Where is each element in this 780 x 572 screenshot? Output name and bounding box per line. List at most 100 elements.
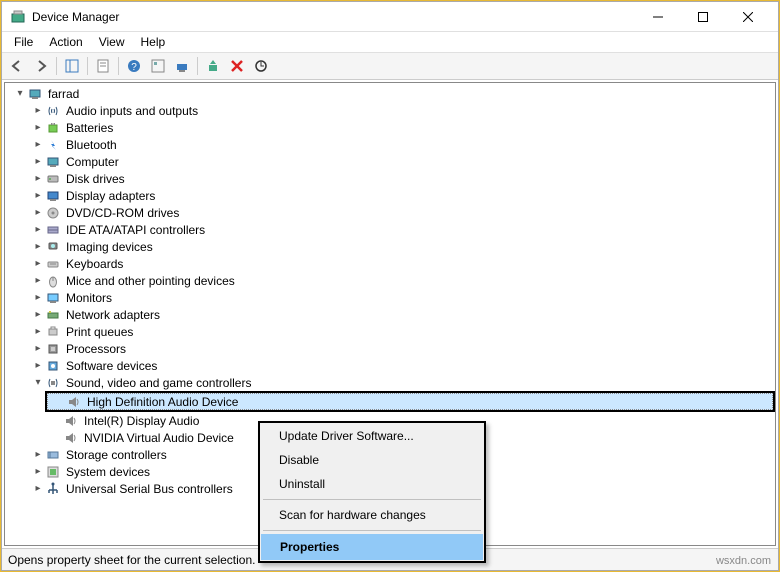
expand-icon[interactable]: ▸ (31, 257, 45, 271)
tree-item-label: Display adapters (64, 189, 157, 203)
tree-item[interactable]: ▾Sound, video and game controllers (27, 374, 775, 391)
expand-icon[interactable]: ▸ (31, 206, 45, 220)
back-button[interactable] (6, 55, 28, 77)
category-icon (45, 205, 61, 221)
expand-icon[interactable]: ▸ (31, 121, 45, 135)
expander-icon[interactable]: ▾ (13, 87, 27, 101)
context-separator (263, 530, 481, 531)
category-icon (45, 239, 61, 255)
tree-item[interactable]: ▸Computer (27, 153, 775, 170)
expand-icon[interactable]: ▸ (31, 172, 45, 186)
view-by-connection-button[interactable] (171, 55, 193, 77)
maximize-button[interactable] (680, 3, 725, 31)
expand-icon[interactable]: ▸ (31, 325, 45, 339)
expand-icon[interactable]: ▸ (31, 104, 45, 118)
tree-item[interactable]: ▸ IDE ATA/ATAPI controllers (27, 221, 775, 238)
collapse-icon[interactable]: ▾ (31, 376, 45, 390)
properties-button[interactable] (92, 55, 114, 77)
category-icon (45, 188, 61, 204)
tree-item-label: Mice and other pointing devices (64, 274, 237, 288)
tree-device-label: High Definition Audio Device (85, 395, 240, 409)
tree-item[interactable]: ▸Batteries (27, 119, 775, 136)
toolbar-separator (87, 57, 88, 75)
expand-icon[interactable]: ▸ (31, 138, 45, 152)
category-icon (45, 324, 61, 340)
tree-item[interactable]: ▸ DVD/CD-ROM drives (27, 204, 775, 221)
expand-icon[interactable]: ▸ (31, 274, 45, 288)
tree-item[interactable]: ▸Keyboards (27, 255, 775, 272)
show-hide-tree-button[interactable] (61, 55, 83, 77)
category-icon (45, 103, 61, 119)
tree-item-label: Disk drives (64, 172, 127, 186)
category-icon (45, 120, 61, 136)
tree-item[interactable]: ▸ Monitors (27, 289, 775, 306)
tree-category: ▸ Monitors (27, 289, 775, 306)
tree-item-label: Processors (64, 342, 128, 356)
speaker-icon (63, 413, 79, 429)
menu-view[interactable]: View (91, 34, 133, 50)
tree-category: ▸Imaging devices (27, 238, 775, 255)
tree-category: ▸Computer (27, 153, 775, 170)
tree-device-label: NVIDIA Virtual Audio Device (82, 431, 236, 445)
expand-icon[interactable]: ▸ (31, 291, 45, 305)
update-driver-button[interactable] (202, 55, 224, 77)
context-scan-hardware[interactable]: Scan for hardware changes (261, 503, 483, 527)
tree-item[interactable]: ▸Imaging devices (27, 238, 775, 255)
forward-button[interactable] (30, 55, 52, 77)
help-button[interactable]: ? (123, 55, 145, 77)
category-icon (45, 256, 61, 272)
expand-icon[interactable]: ▸ (31, 189, 45, 203)
menubar: File Action View Help (2, 32, 778, 52)
tree-item[interactable]: ▸ Disk drives (27, 170, 775, 187)
expand-icon[interactable]: ▸ (31, 308, 45, 322)
tree-category: ▸Keyboards (27, 255, 775, 272)
minimize-button[interactable] (635, 3, 680, 31)
menu-action[interactable]: Action (41, 34, 90, 50)
tree-category: ▸Software devices (27, 357, 775, 374)
expand-icon[interactable]: ▸ (31, 448, 45, 462)
category-icon (45, 222, 61, 238)
expand-icon[interactable]: ▸ (31, 482, 45, 496)
tree-item[interactable]: ▸Audio inputs and outputs (27, 102, 775, 119)
window-title: Device Manager (32, 10, 635, 24)
tree-item[interactable]: ▸Print queues (27, 323, 775, 340)
expand-icon[interactable]: ▸ (31, 342, 45, 356)
tree-item-label: Universal Serial Bus controllers (64, 482, 235, 496)
category-icon (45, 341, 61, 357)
tree-device[interactable]: High Definition Audio Device (47, 393, 773, 410)
scan-hardware-button[interactable] (250, 55, 272, 77)
tree-item[interactable]: ▸Network adapters (27, 306, 775, 323)
watermark: wsxdn.com (716, 555, 771, 567)
menu-file[interactable]: File (6, 34, 41, 50)
tree-item-label: Monitors (64, 291, 114, 305)
tree-category: ▸Audio inputs and outputs (27, 102, 775, 119)
tree-item[interactable]: ▸ Mice and other pointing devices (27, 272, 775, 289)
category-icon (45, 154, 61, 170)
context-update-driver[interactable]: Update Driver Software... (261, 424, 483, 448)
tree-item[interactable]: ▸ Display adapters (27, 187, 775, 204)
context-properties[interactable]: Properties (261, 534, 483, 560)
view-by-type-button[interactable] (147, 55, 169, 77)
close-button[interactable] (725, 3, 770, 31)
tree-item-label: Bluetooth (64, 138, 119, 152)
tree-item[interactable]: ▸ Processors (27, 340, 775, 357)
tree-item[interactable]: ▸ Bluetooth (27, 136, 775, 153)
tree-item-label: System devices (64, 465, 152, 479)
window-controls (635, 3, 770, 31)
expand-icon[interactable]: ▸ (31, 223, 45, 237)
expand-icon[interactable]: ▸ (31, 240, 45, 254)
expand-icon[interactable]: ▸ (31, 155, 45, 169)
expand-icon[interactable]: ▸ (31, 465, 45, 479)
context-uninstall[interactable]: Uninstall (261, 472, 483, 496)
computer-icon (27, 86, 43, 102)
tree-item[interactable]: ▸Software devices (27, 357, 775, 374)
tree-item-label: IDE ATA/ATAPI controllers (64, 223, 207, 237)
tree-category: ▸ Disk drives (27, 170, 775, 187)
context-disable[interactable]: Disable (261, 448, 483, 472)
uninstall-button[interactable] (226, 55, 248, 77)
tree-item-label: DVD/CD-ROM drives (64, 206, 181, 220)
root-node[interactable]: ▾ farrad (9, 85, 775, 102)
expand-icon[interactable]: ▸ (31, 359, 45, 373)
toolbar: ? (2, 52, 778, 80)
menu-help[interactable]: Help (133, 34, 174, 50)
